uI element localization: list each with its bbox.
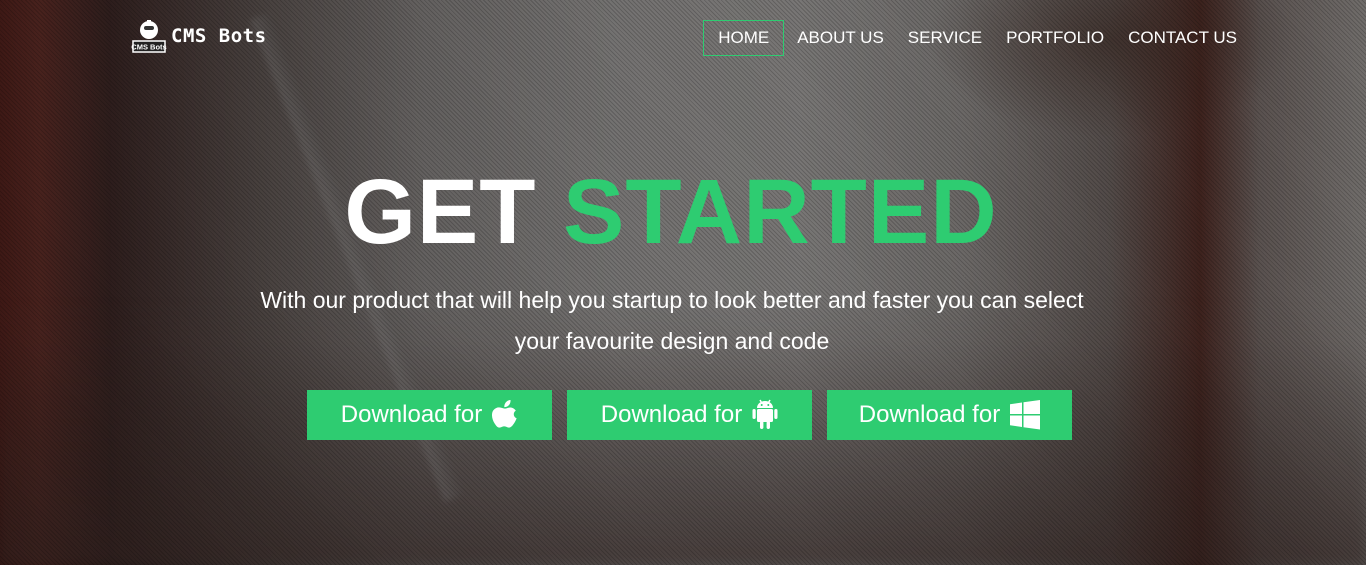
- brand-name: CMS Bots: [171, 25, 267, 47]
- download-windows-label: Download for: [858, 401, 1001, 428]
- download-ios-button[interactable]: Download for: [307, 390, 552, 440]
- brand-logo[interactable]: CMS Bots CMS Bots: [131, 19, 267, 53]
- hero-headline: GET STARTED: [0, 161, 1342, 263]
- tagline-line-1: With our product that will help you star…: [260, 287, 1084, 313]
- main-nav: HOME ABOUT US SERVICE PORTFOLIO CONTACT …: [701, 20, 1248, 56]
- download-ios-label: Download for: [340, 401, 483, 428]
- download-windows-button[interactable]: Download for: [827, 390, 1072, 440]
- hero-tagline: With our product that will help you star…: [0, 280, 1344, 362]
- nav-about-us[interactable]: ABOUT US: [786, 20, 895, 56]
- nav-home[interactable]: HOME: [703, 20, 785, 56]
- tagline-line-2: your favourite design and code: [514, 328, 830, 354]
- nav-service[interactable]: SERVICE: [897, 20, 993, 56]
- download-android-label: Download for: [600, 401, 743, 428]
- robot-icon: CMS Bots: [131, 19, 167, 53]
- headline-started: STARTED: [563, 161, 998, 263]
- apple-icon: [492, 400, 517, 428]
- logo-badge-text: CMS Bots: [131, 43, 166, 52]
- android-icon: [752, 399, 778, 429]
- nav-portfolio[interactable]: PORTFOLIO: [995, 20, 1115, 56]
- download-buttons: Download for Download for Download for: [307, 390, 1072, 440]
- windows-icon: [1010, 400, 1041, 430]
- headline-get: GET: [344, 161, 537, 263]
- nav-contact-us[interactable]: CONTACT US: [1117, 20, 1248, 56]
- download-android-button[interactable]: Download for: [567, 390, 812, 440]
